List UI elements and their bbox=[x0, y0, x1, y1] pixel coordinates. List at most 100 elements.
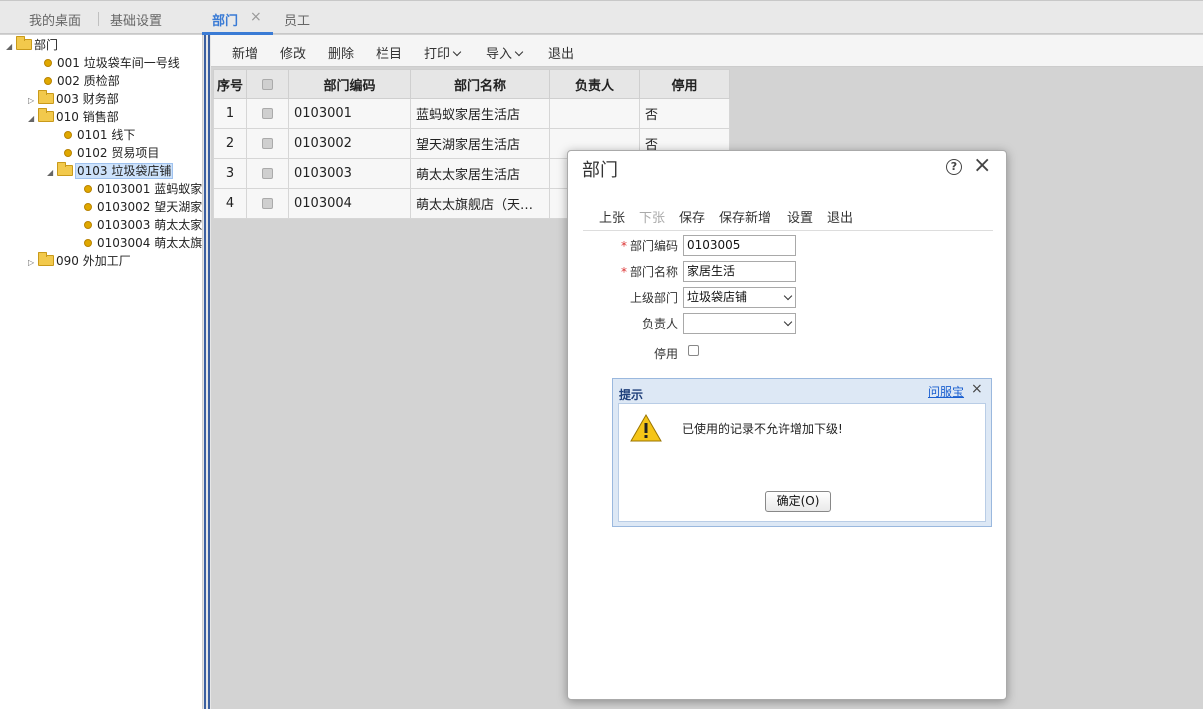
help-service-link[interactable]: 问服宝 bbox=[928, 383, 964, 400]
department-dialog: 部门 ? × 上张 下张 保存 保存新增 设置 退出 * 部门编码 0103005… bbox=[567, 150, 1007, 700]
name-label-text: 部门名称 bbox=[629, 265, 678, 279]
ok-button[interactable]: 确定(O) bbox=[765, 491, 831, 512]
row-checkbox[interactable] bbox=[262, 168, 273, 179]
col-header-code: 部门编码 bbox=[288, 69, 411, 99]
name-label: * 部门名称 bbox=[568, 263, 678, 280]
name-field[interactable]: 家居生活 bbox=[683, 261, 796, 282]
leaf-dot-icon bbox=[84, 185, 92, 193]
tree-node-001[interactable]: 001 垃圾袋车间一号线 bbox=[44, 54, 180, 72]
warning-icon bbox=[630, 413, 662, 442]
select-all-checkbox[interactable] bbox=[262, 78, 273, 90]
leaf-dot-icon bbox=[64, 131, 72, 139]
dialog-save-button[interactable]: 保存 bbox=[679, 207, 705, 226]
delete-button[interactable]: 删除 bbox=[328, 43, 354, 62]
col-header-select[interactable] bbox=[246, 69, 289, 99]
col-header-name: 部门名称 bbox=[410, 69, 550, 99]
cell-select[interactable] bbox=[246, 98, 289, 129]
cell-name: 萌太太旗舰店（天… bbox=[410, 188, 550, 219]
cell-name: 望天湖家居生活店 bbox=[410, 128, 550, 159]
chevron-down-icon bbox=[514, 47, 524, 57]
panel-splitter[interactable] bbox=[203, 35, 211, 709]
tree-node-0103001[interactable]: 0103001 蓝蚂蚁家居 bbox=[84, 180, 202, 198]
tree-node-0103002[interactable]: 0103002 望天湖家居 bbox=[84, 198, 202, 216]
row-checkbox[interactable] bbox=[262, 108, 273, 119]
import-label: 导入 bbox=[486, 47, 513, 62]
table-row[interactable]: 1 0103001 蓝蚂蚁家居生活店 否 bbox=[213, 98, 730, 129]
print-label: 打印 bbox=[424, 47, 451, 62]
alert-message: 已使用的记录不允许增加下级! bbox=[682, 422, 843, 436]
tree-node-0103003[interactable]: 0103003 萌太太家居 bbox=[84, 216, 202, 234]
disabled-label: 停用 bbox=[653, 347, 678, 361]
row-checkbox[interactable] bbox=[262, 198, 273, 209]
add-button[interactable]: 新增 bbox=[232, 43, 258, 62]
alert-title: 提示 bbox=[619, 388, 644, 402]
department-tree: ◢ 部门 001 垃圾袋车间一号线 002 质检部 ▷ 003 财务部 ◢ 010 销… bbox=[0, 35, 203, 709]
cell-code: 0103004 bbox=[288, 188, 411, 219]
cell-disabled: 否 bbox=[639, 98, 730, 129]
next-record-button[interactable]: 下张 bbox=[639, 207, 665, 226]
tab-basic-settings[interactable]: 基础设置 bbox=[110, 10, 162, 29]
cell-no: 4 bbox=[213, 188, 247, 219]
cell-select[interactable] bbox=[246, 188, 289, 219]
prev-record-button[interactable]: 上张 bbox=[599, 207, 625, 226]
cell-select[interactable] bbox=[246, 158, 289, 189]
expanded-arrow-icon[interactable]: ◢ bbox=[28, 110, 38, 128]
main-toolbar: 新增 修改 删除 栏目 打印 导入 退出 bbox=[211, 35, 1203, 67]
tree-node-0102[interactable]: 0102 贸易项目 bbox=[64, 144, 159, 162]
top-tab-bar: 我的桌面 基础设置 部门 × 员工 bbox=[0, 0, 1203, 35]
tree-node-090[interactable]: ▷ 090 外加工厂 bbox=[28, 252, 131, 270]
columns-button[interactable]: 栏目 bbox=[376, 43, 402, 62]
tree-node-003[interactable]: ▷ 003 财务部 bbox=[28, 90, 119, 108]
parent-select-value: 垃圾袋店铺 bbox=[687, 290, 748, 304]
cell-select[interactable] bbox=[246, 128, 289, 159]
dialog-title: 部门 bbox=[582, 160, 618, 181]
row-checkbox[interactable] bbox=[262, 138, 273, 149]
cell-name: 蓝蚂蚁家居生活店 bbox=[410, 98, 550, 129]
tree-node-0103004[interactable]: 0103004 萌太太旗舰 bbox=[84, 234, 202, 252]
alert-close-icon[interactable]: × bbox=[971, 381, 983, 397]
import-dropdown[interactable]: 导入 bbox=[486, 43, 524, 62]
expanded-arrow-icon[interactable]: ◢ bbox=[47, 164, 57, 182]
alert-dialog: 提示 问服宝 × 已使用的记录不允许增加下级! 确定(O) bbox=[612, 378, 992, 527]
tree-node-0103[interactable]: ◢ 0103 垃圾袋店铺 bbox=[47, 162, 174, 182]
tab-employee[interactable]: 员工 bbox=[284, 10, 310, 29]
folder-icon bbox=[38, 90, 54, 104]
collapsed-arrow-icon[interactable]: ▷ bbox=[28, 254, 38, 272]
alert-body: 已使用的记录不允许增加下级! 确定(O) bbox=[618, 403, 986, 522]
tree-node-0101[interactable]: 0101 线下 bbox=[64, 126, 135, 144]
tab-close-icon[interactable]: × bbox=[250, 9, 262, 25]
leaf-dot-icon bbox=[64, 149, 72, 157]
dialog-exit-button[interactable]: 退出 bbox=[827, 207, 853, 226]
code-field[interactable]: 0103005 bbox=[683, 235, 796, 256]
tree-node-002[interactable]: 002 质检部 bbox=[44, 72, 120, 90]
chevron-down-icon bbox=[783, 317, 793, 327]
tab-department[interactable]: 部门 bbox=[212, 10, 238, 29]
exit-button[interactable]: 退出 bbox=[548, 43, 574, 62]
cell-code: 0103002 bbox=[288, 128, 411, 159]
tab-my-desktop[interactable]: 我的桌面 bbox=[29, 10, 81, 29]
parent-select[interactable]: 垃圾袋店铺 bbox=[683, 287, 796, 308]
cell-no: 2 bbox=[213, 128, 247, 159]
tab-separator bbox=[98, 12, 99, 26]
tree-node-010[interactable]: ◢ 010 销售部 bbox=[28, 108, 119, 126]
table-header-row: 序号 部门编码 部门名称 负责人 停用 bbox=[213, 69, 730, 99]
save-and-new-button[interactable]: 保存新增 bbox=[719, 207, 771, 226]
print-dropdown[interactable]: 打印 bbox=[424, 43, 462, 62]
col-header-no: 序号 bbox=[213, 69, 247, 99]
owner-select[interactable] bbox=[683, 313, 796, 334]
chevron-down-icon bbox=[452, 47, 462, 57]
leaf-dot-icon bbox=[84, 239, 92, 247]
required-mark: * bbox=[620, 239, 627, 253]
disabled-checkbox[interactable] bbox=[688, 345, 699, 356]
dialog-close-icon[interactable]: × bbox=[973, 153, 991, 178]
leaf-dot-icon bbox=[84, 203, 92, 211]
folder-icon bbox=[38, 252, 54, 266]
help-icon[interactable]: ? bbox=[946, 159, 962, 175]
col-header-disabled: 停用 bbox=[639, 69, 730, 99]
tree-node-root[interactable]: ◢ 部门 bbox=[6, 36, 58, 54]
expanded-arrow-icon[interactable]: ◢ bbox=[6, 38, 16, 56]
cell-code: 0103001 bbox=[288, 98, 411, 129]
code-label-text: 部门编码 bbox=[629, 239, 678, 253]
edit-button[interactable]: 修改 bbox=[280, 43, 306, 62]
settings-button[interactable]: 设置 bbox=[787, 207, 813, 226]
